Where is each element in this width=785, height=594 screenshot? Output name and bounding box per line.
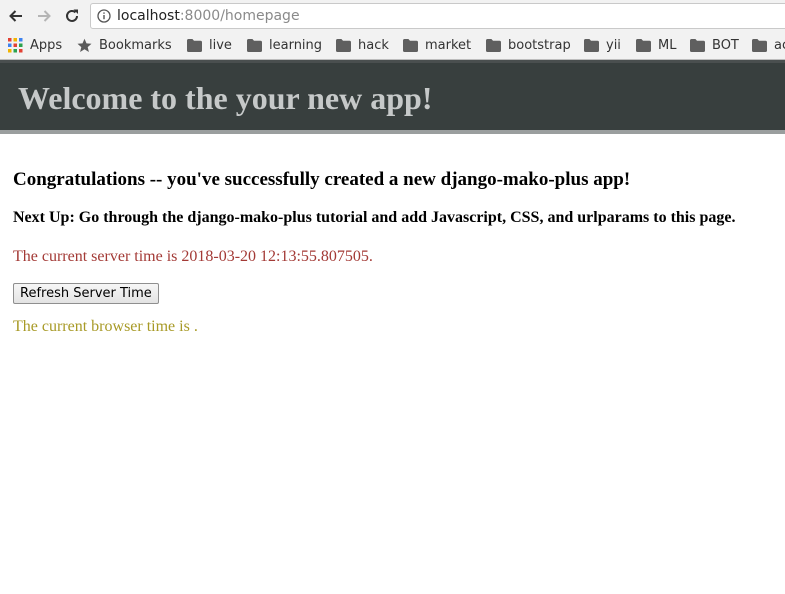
bookmark-folder-live[interactable]: live (187, 36, 232, 54)
bookmark-label: market (425, 37, 472, 53)
forward-arrow-icon (38, 10, 51, 22)
bookmark-label: live (209, 37, 232, 53)
url-host: localhost (117, 8, 180, 24)
bookmark-folder-hack[interactable]: hack (336, 36, 389, 54)
server-time-text: The current server time is 2018-03-20 12… (13, 248, 373, 265)
folder-icon (690, 38, 705, 52)
url-text[interactable]: localhost:8000/homepage (117, 8, 300, 24)
bookmark-folder-learning[interactable]: learning (247, 36, 322, 54)
folder-icon (403, 38, 418, 52)
url-path: :8000/homepage (179, 8, 300, 24)
info-icon[interactable] (97, 9, 111, 23)
next-up-heading: Next Up: Go through the django-mako-plus… (13, 209, 736, 226)
bookmark-label: Bookmarks (99, 37, 172, 53)
bookmark-label: learning (269, 37, 323, 53)
bookmark-folder-market[interactable]: market (403, 36, 471, 54)
back-button[interactable] (5, 5, 27, 27)
browser-time-text: The current browser time is . (13, 318, 198, 335)
apps-grid-icon (8, 37, 23, 52)
bookmark-folder-bot[interactable]: BOT (690, 36, 739, 54)
bookmark-label: ac (774, 37, 785, 53)
forward-button[interactable] (33, 5, 55, 27)
bookmark-folder-yii[interactable]: yii (584, 36, 621, 54)
main-content: Congratulations -- you've successfully c… (13, 168, 778, 337)
bookmark-label: yii (606, 37, 621, 53)
bookmark-bookmarks[interactable]: Bookmarks (77, 36, 172, 54)
back-arrow-icon (9, 10, 22, 22)
bookmark-label: BOT (712, 37, 739, 53)
folder-icon (187, 38, 202, 52)
browser-toolbar: localhost:8000/homepage (0, 0, 785, 32)
folder-icon (336, 38, 351, 52)
site-header: Welcome to the your new app! (0, 60, 785, 134)
bookmark-folder-ac[interactable]: ac (752, 36, 785, 54)
bookmark-label: hack (358, 37, 389, 53)
folder-icon (486, 38, 501, 52)
bookmark-folder-bootstrap[interactable]: bootstrap (486, 36, 571, 54)
folder-icon (584, 38, 599, 52)
star-icon (77, 38, 92, 52)
reload-button[interactable] (61, 5, 83, 27)
bookmark-label: ML (658, 37, 677, 53)
page-title: Welcome to the your new app! (18, 80, 433, 116)
address-bar[interactable]: localhost:8000/homepage (90, 3, 785, 29)
bookmark-label: bootstrap (508, 37, 571, 53)
reload-icon (66, 9, 78, 22)
folder-icon (247, 38, 262, 52)
bookmark-folder-ml[interactable]: ML (636, 36, 676, 54)
bookmark-label: Apps (30, 37, 63, 53)
bookmarks-bar: Apps Bookmarks live learning hack market (0, 32, 785, 59)
bookmark-apps[interactable]: Apps (8, 36, 62, 54)
folder-icon (636, 38, 651, 52)
congrats-heading: Congratulations -- you've successfully c… (13, 169, 631, 190)
folder-icon (752, 38, 767, 52)
refresh-server-time-button[interactable]: Refresh Server Time (13, 283, 159, 304)
